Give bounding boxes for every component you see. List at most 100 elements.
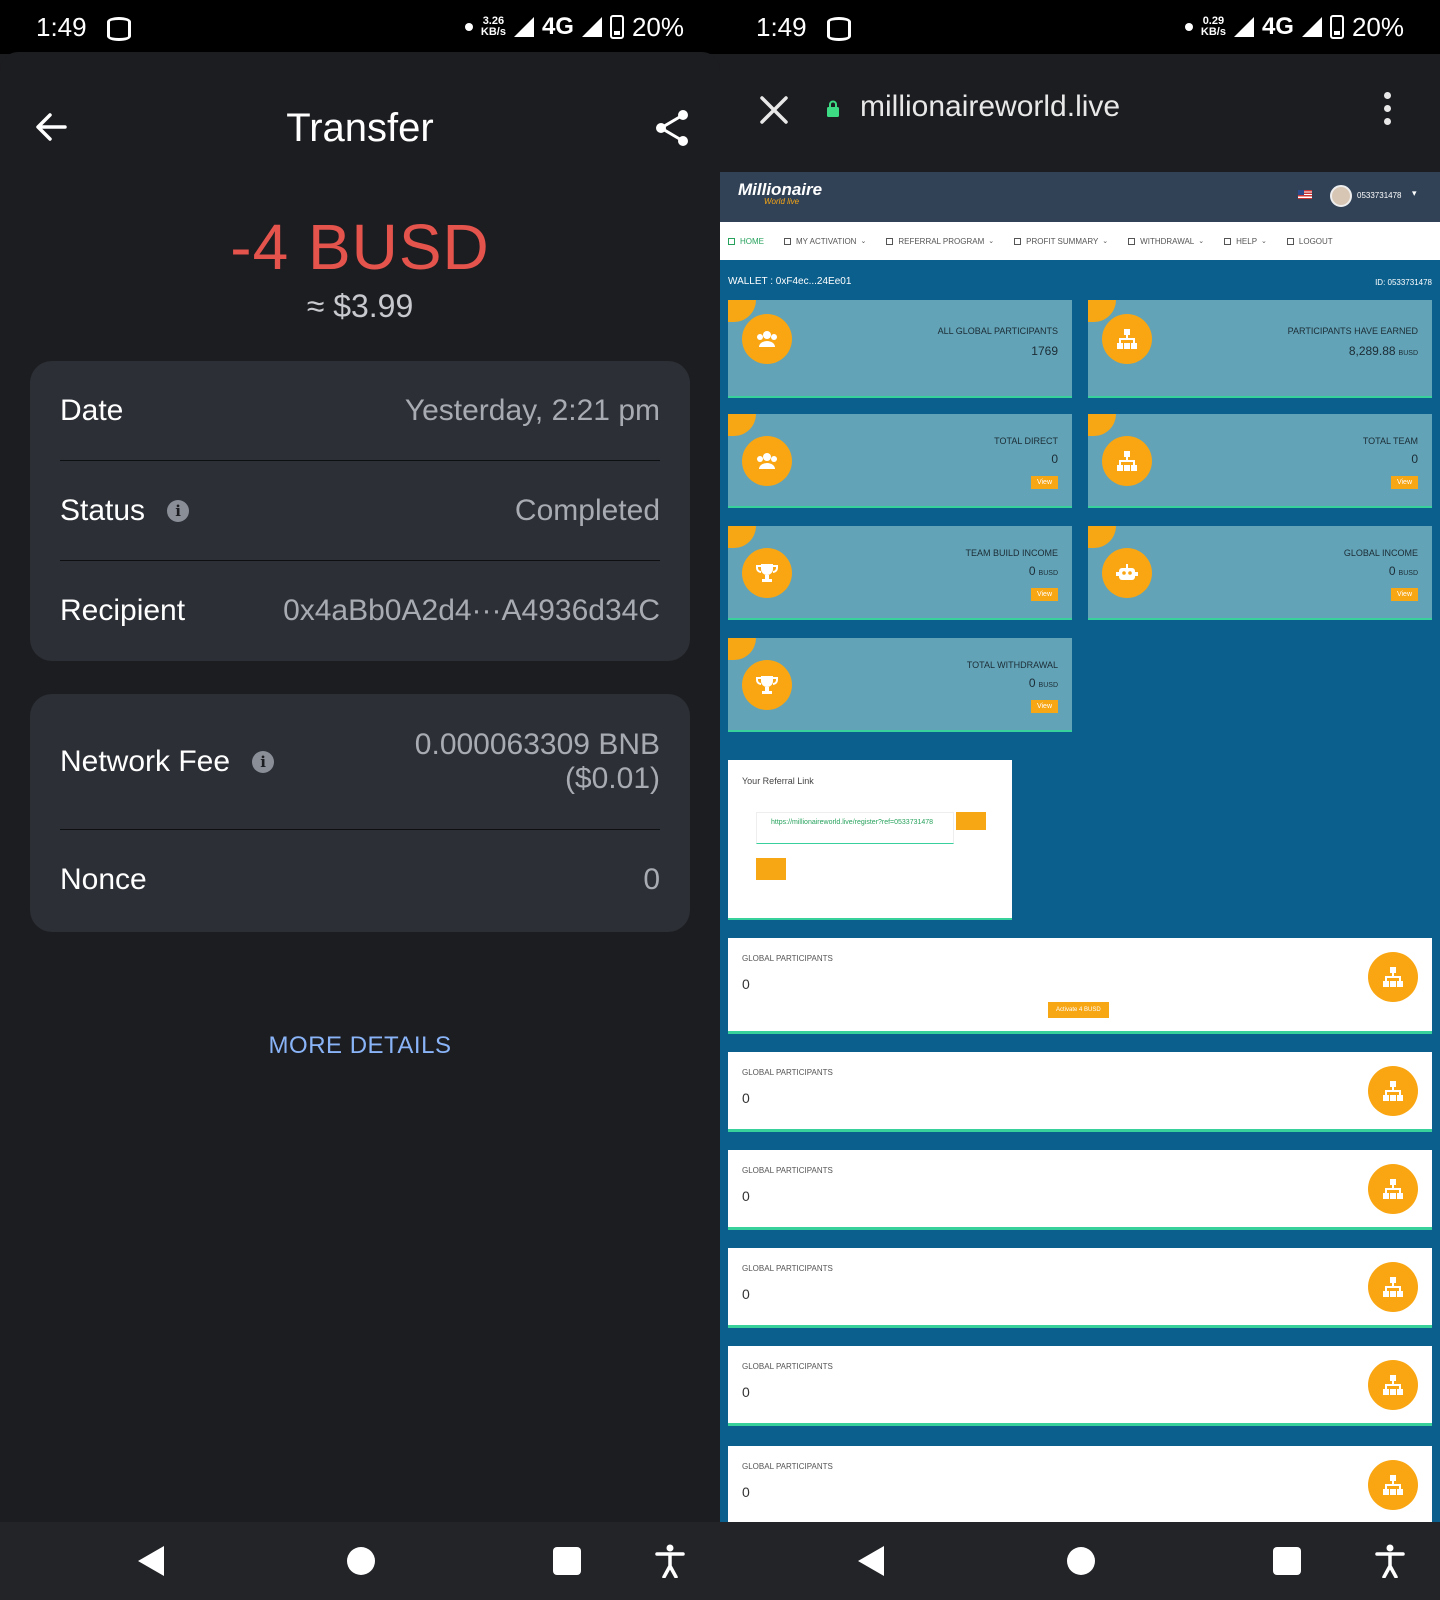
users-icon: [742, 314, 792, 364]
signal-icon-2: [1301, 17, 1322, 37]
referral-card: Your Referral Link https://millionairewo…: [728, 760, 1012, 920]
avatar[interactable]: [1330, 185, 1352, 207]
stat-card-team-build-income: TEAM BUILD INCOME 0 BUSD View: [728, 526, 1072, 620]
stat-card-global-income: GLOBAL INCOME 0 BUSD View: [1088, 526, 1432, 620]
more-details-link[interactable]: MORE DETAILS: [0, 1032, 720, 1060]
stat-card-total-direct: TOTAL DIRECT 0 View: [728, 414, 1072, 508]
status-time: 1:49: [36, 11, 87, 42]
global-participants-card-5: GLOBAL PARTICIPANTS 0: [728, 1346, 1432, 1426]
accessibility-icon[interactable]: [654, 1544, 686, 1578]
trophy-icon: [742, 548, 792, 598]
account-id: ID: 0533731478: [1375, 278, 1432, 287]
stat-card-all-global-participants: ALL GLOBAL PARTICIPANTS 1769: [728, 300, 1072, 398]
copy-button[interactable]: [956, 812, 986, 830]
wallet-address: WALLET : 0xF4ec...24Ee01: [728, 276, 852, 287]
sitemap-icon: [1368, 1164, 1418, 1214]
sitemap-icon: [1368, 1262, 1418, 1312]
status-value: Completed: [514, 493, 660, 527]
page-title: Transfer: [286, 105, 434, 150]
status-bar: 1:49 0.29 KB/s 4G 20%: [720, 0, 1440, 54]
view-button[interactable]: View: [1030, 476, 1058, 489]
nav-recents-icon[interactable]: [553, 1547, 581, 1575]
view-button[interactable]: View: [1390, 476, 1418, 489]
network-fee-row: Network Fee i 0.000063309 BNB ($0.01): [60, 694, 660, 830]
notification-dot-icon: [1184, 23, 1193, 31]
network-type: 4G: [541, 13, 574, 40]
stat-card-total-withdrawal: TOTAL WITHDRAWAL 0 BUSD View: [728, 638, 1072, 732]
more-options-icon[interactable]: [1384, 92, 1392, 128]
status-label: Status: [60, 493, 146, 527]
back-arrow-icon[interactable]: [34, 110, 68, 144]
share-icon[interactable]: [652, 108, 692, 148]
activate-button[interactable]: Activate 4 BUSD: [1048, 1002, 1109, 1018]
lock-icon: [827, 100, 839, 117]
view-button[interactable]: View: [1390, 588, 1418, 601]
menu-my-activation[interactable]: MY ACTIVATION ⌄: [784, 237, 866, 246]
trophy-icon: [742, 660, 792, 710]
menu-home[interactable]: HOME: [728, 237, 764, 246]
user-id[interactable]: 0533731478: [1357, 191, 1402, 200]
robot-icon: [1102, 548, 1152, 598]
website-content: Millionaire World live 0533731478 ▾ HOME …: [720, 172, 1440, 1522]
site-header: Millionaire World live 0533731478 ▾: [720, 172, 1440, 222]
nonce-value: 0: [643, 863, 660, 896]
site-menu: HOME MY ACTIVATION ⌄ REFERRAL PROGRAM ⌄ PR…: [720, 222, 1440, 260]
logout-icon: [1286, 237, 1294, 245]
bank-icon: [784, 237, 791, 245]
info-icon[interactable]: i: [252, 750, 275, 773]
wallet-pane: 1:49 3.26 KB/s 4G 20% Transfer -4 BUSD ≈ …: [0, 0, 720, 1600]
menu-help[interactable]: HELP ⌄: [1224, 237, 1267, 246]
chevron-down-icon[interactable]: ▾: [1412, 188, 1417, 199]
telegram-share-button[interactable]: [756, 858, 786, 880]
system-nav-bar: [0, 1522, 720, 1600]
recipient-address[interactable]: 0x4aBb0A2d4···A4936d34C: [283, 594, 660, 628]
referral-link-field[interactable]: https://millionaireworld.live/register?r…: [756, 812, 954, 844]
view-button[interactable]: View: [1030, 700, 1058, 713]
info-icon[interactable]: i: [167, 499, 190, 522]
recipient-row[interactable]: Recipient 0x4aBb0A2d4···A4936d34C: [60, 561, 660, 661]
notification-dot-icon: [464, 23, 473, 31]
battery-percent: 20%: [1351, 11, 1404, 42]
referral-title: Your Referral Link: [742, 776, 814, 786]
site-logo[interactable]: Millionaire World live: [738, 180, 822, 206]
nav-home-icon[interactable]: [1067, 1547, 1095, 1575]
status-time: 1:49: [756, 11, 807, 42]
browser-toolbar: millionaireworld.live: [720, 54, 1440, 172]
status-bar: 1:49 3.26 KB/s 4G 20%: [0, 0, 720, 54]
nav-back-icon[interactable]: [858, 1546, 884, 1576]
details-card: Date Yesterday, 2:21 pm Status i Complet…: [30, 361, 690, 661]
sitemap-icon: [1102, 314, 1152, 364]
list-icon: [886, 237, 894, 245]
fee-card: Network Fee i 0.000063309 BNB ($0.01) Non…: [30, 694, 690, 932]
stat-card-total-team: TOTAL TEAM 0 View: [1088, 414, 1432, 508]
menu-withdrawal[interactable]: WITHDRAWAL ⌄: [1128, 237, 1204, 246]
users-icon: [742, 436, 792, 486]
url-bar[interactable]: millionaireworld.live: [860, 90, 1120, 124]
wallet-icon: [1128, 237, 1136, 245]
nav-home-icon[interactable]: [347, 1547, 375, 1575]
menu-referral-program[interactable]: REFERRAL PROGRAM ⌄: [886, 237, 994, 246]
transfer-amount: -4 BUSD: [230, 211, 490, 283]
network-speed: 0.29 KB/s: [1200, 15, 1226, 38]
nonce-row: Nonce 0: [60, 830, 660, 930]
nav-recents-icon[interactable]: [1273, 1547, 1301, 1575]
global-participants-card-6: GLOBAL PARTICIPANTS 0: [728, 1446, 1432, 1522]
close-icon[interactable]: [758, 94, 790, 126]
network-fee-label: Network Fee: [60, 744, 231, 778]
sitemap-icon: [1368, 1360, 1418, 1410]
fiat-amount: ≈ $3.99: [306, 288, 414, 324]
date-value: Yesterday, 2:21 pm: [404, 393, 660, 427]
status-row: Status i Completed: [60, 461, 660, 561]
grid-icon: [728, 237, 735, 245]
nonce-label: Nonce: [60, 863, 147, 896]
accessibility-icon[interactable]: [1374, 1544, 1406, 1578]
date-row: Date Yesterday, 2:21 pm: [60, 361, 660, 461]
view-button[interactable]: View: [1030, 588, 1058, 601]
headset-icon: [1224, 237, 1232, 245]
menu-logout[interactable]: LOGOUT: [1286, 237, 1333, 246]
sitemap-icon: [1368, 952, 1418, 1002]
menu-profit-summary[interactable]: PROFIT SUMMARY ⌄: [1014, 237, 1108, 246]
nav-back-icon[interactable]: [138, 1546, 164, 1576]
global-participants-card-2: GLOBAL PARTICIPANTS 0: [728, 1052, 1432, 1132]
us-flag-icon[interactable]: [1298, 190, 1312, 199]
